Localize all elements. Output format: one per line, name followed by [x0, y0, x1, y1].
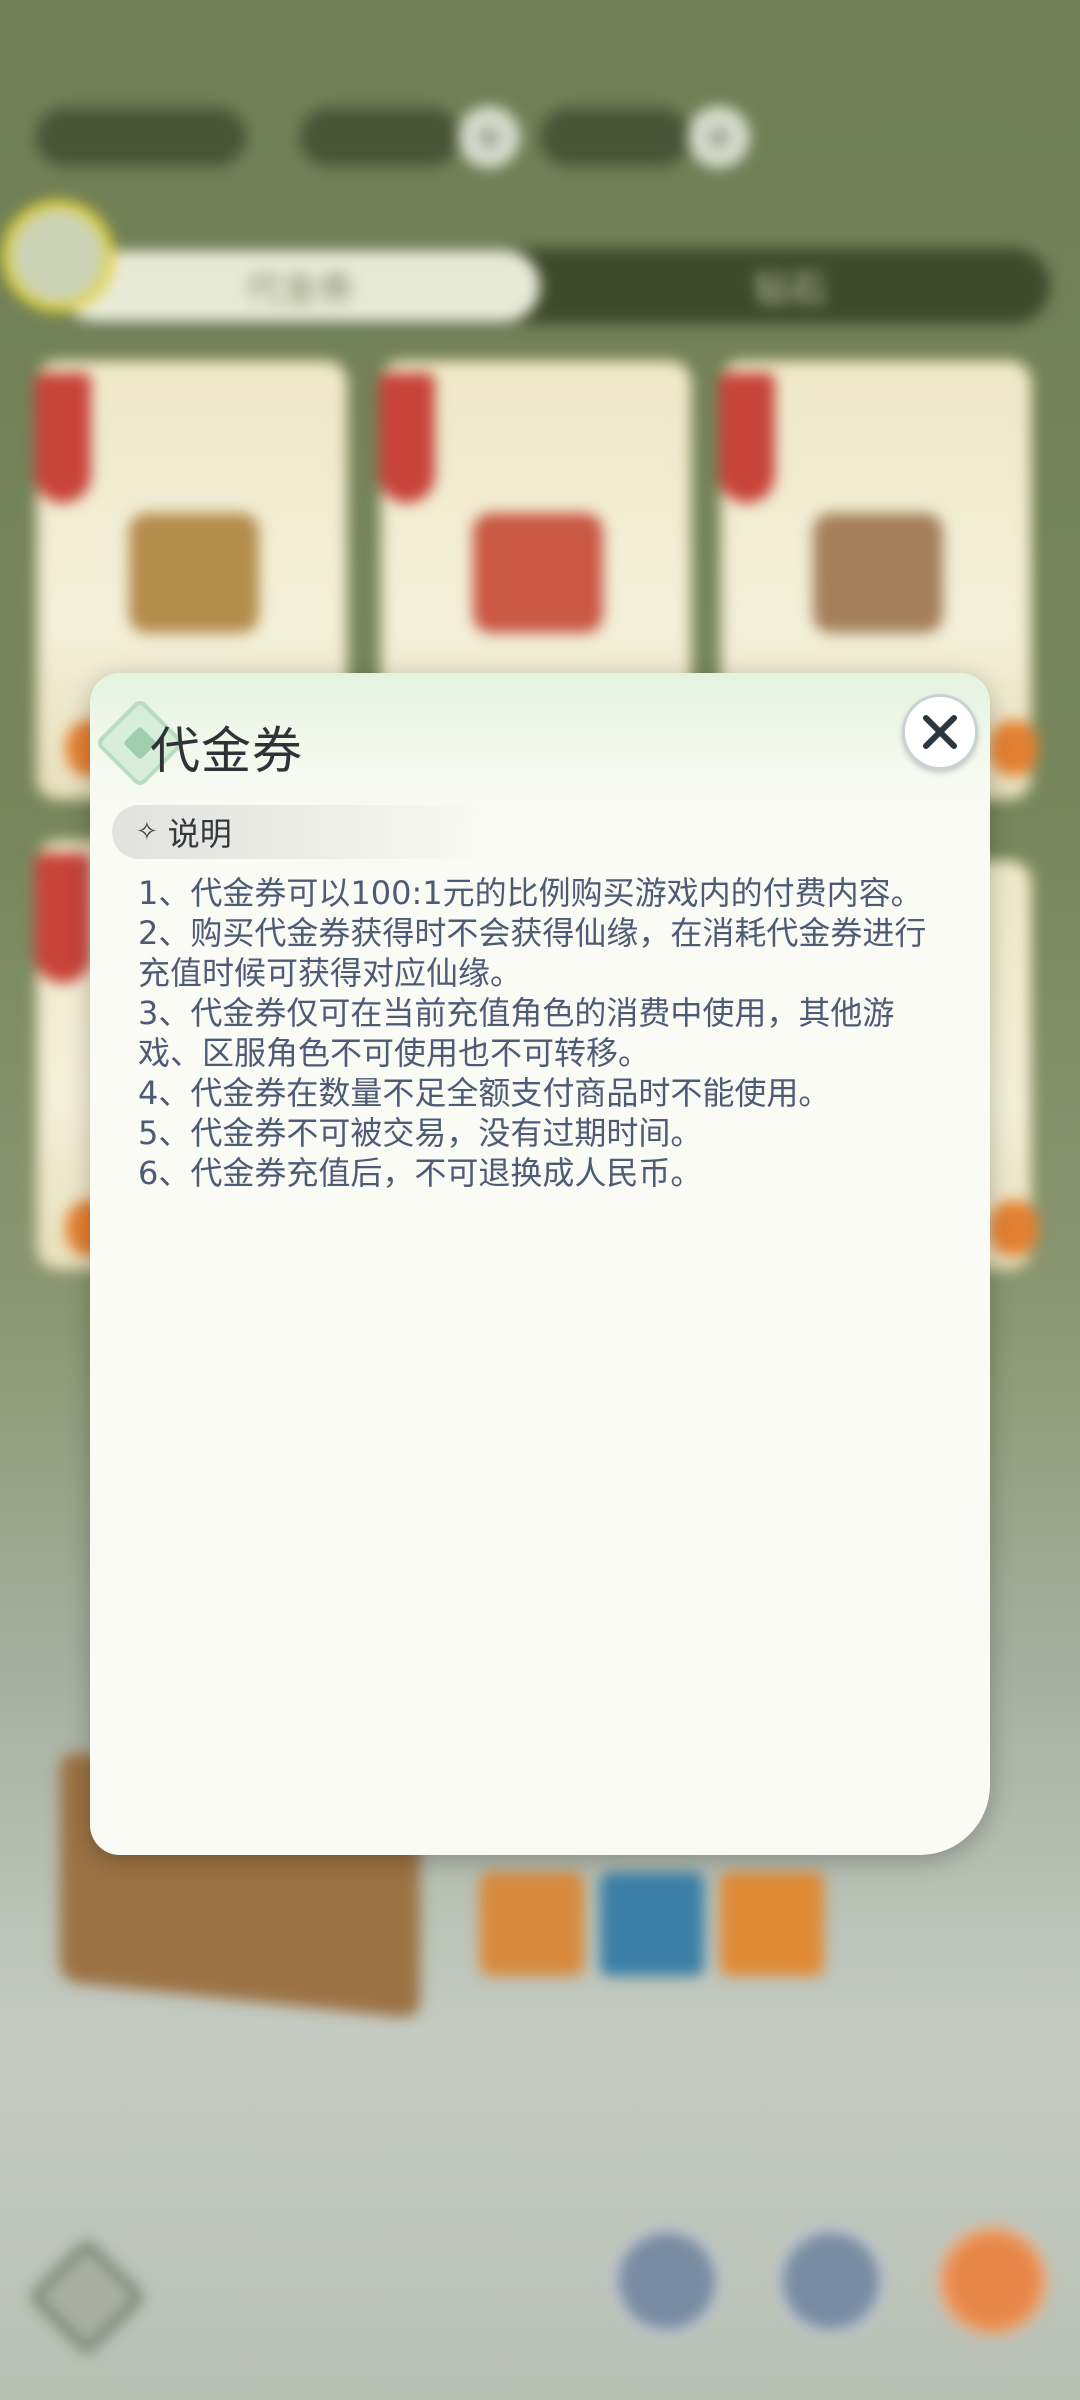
description-item: 5、代金券不可被交易，没有过期时间。 — [138, 1114, 703, 1152]
section-label: 说明 — [167, 815, 232, 853]
dialog-title: 代金券 — [150, 722, 303, 780]
highlight-ring — [2, 200, 114, 312]
reward-item — [720, 1872, 824, 1976]
card-tag — [35, 373, 91, 503]
card-tag — [35, 853, 91, 983]
diamond-sparkle-icon: ✧ — [136, 817, 158, 847]
voucher-info-dialog: 代金券 ✧ 说明 1、代金券可以100:1元的比例购买游戏内的付费内容。 2、购… — [90, 673, 990, 1855]
description-item: 6、代金券充值后，不可退换成人民币。 — [138, 1154, 703, 1192]
product-image — [473, 513, 603, 633]
card-tag — [379, 373, 435, 503]
tab-diamond[interactable]: 钻石 — [560, 250, 1020, 322]
tab-voucher[interactable]: 代金券 — [60, 250, 540, 322]
add-currency-2-button[interactable]: + — [688, 106, 750, 168]
price-badge — [990, 1200, 1038, 1256]
resource-bar-player — [36, 108, 246, 166]
description-item: 1、代金券可以100:1元的比例购买游戏内的付费内容。 — [138, 874, 923, 912]
resource-bar-currency-2 — [540, 108, 690, 166]
card-tag — [719, 373, 775, 503]
bottom-nav-button[interactable] — [776, 2226, 886, 2336]
bottom-nav-button[interactable] — [938, 2226, 1048, 2336]
description-item: 4、代金券在数量不足全额支付商品时不能使用。 — [138, 1074, 831, 1112]
add-currency-1-button[interactable]: + — [458, 106, 520, 168]
product-image — [129, 513, 259, 633]
product-image — [813, 513, 943, 633]
price-badge — [990, 720, 1038, 776]
description-item: 3、代金券仅可在当前充值角色的消费中使用，其他游戏、区服角色不可使用也不可转移。 — [138, 994, 895, 1072]
description-list: 1、代金券可以100:1元的比例购买游戏内的付费内容。 2、购买代金券获得时不会… — [138, 873, 958, 1193]
reward-item — [600, 1872, 704, 1976]
reward-item — [480, 1872, 584, 1976]
bottom-nav-button[interactable] — [612, 2226, 722, 2336]
resource-bar-currency-1 — [300, 108, 460, 166]
description-item: 2、购买代金券获得时不会获得仙缘，在消耗代金券进行充值时候可获得对应仙缘。 — [138, 914, 927, 992]
close-icon — [923, 715, 957, 749]
section-header-explanation: ✧ 说明 — [112, 805, 492, 859]
menu-button[interactable] — [29, 2239, 145, 2355]
close-button[interactable] — [902, 694, 978, 770]
